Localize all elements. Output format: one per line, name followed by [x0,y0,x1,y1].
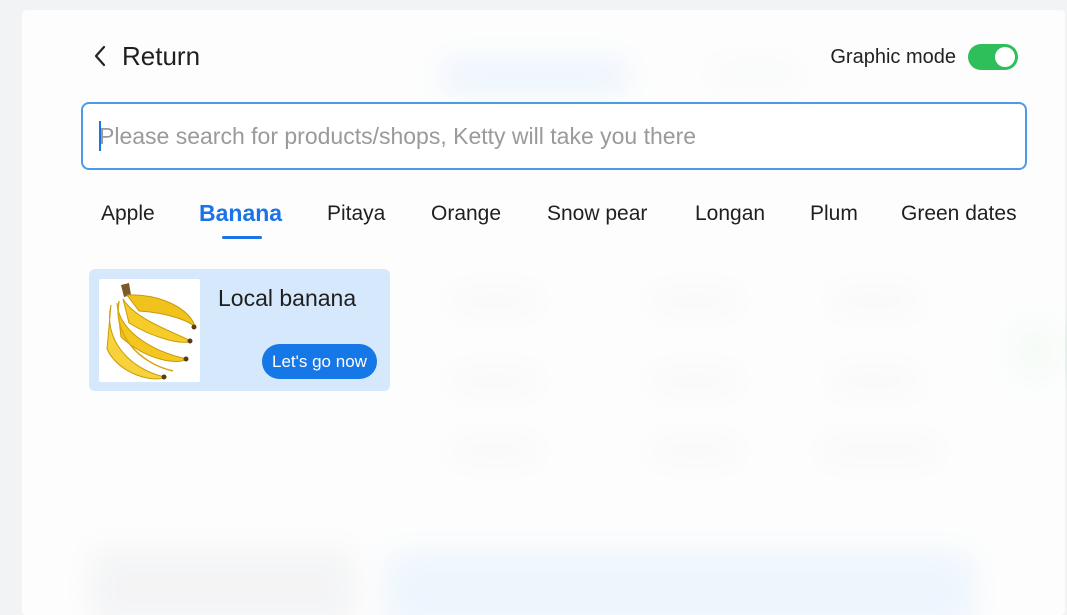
return-label: Return [122,40,201,71]
search-box [81,102,1027,170]
tab-snow-pear[interactable]: Snow pear [547,202,647,226]
graphic-mode-control: Graphic mode [830,44,1018,70]
tab-banana[interactable]: Banana [199,200,282,227]
result-card[interactable]: Local banana Let's go now [89,269,390,391]
chevron-left-icon [88,40,112,72]
banana-image [99,279,200,382]
tab-apple[interactable]: Apple [101,202,155,226]
tab-pitaya[interactable]: Pitaya [327,202,385,226]
graphic-mode-label: Graphic mode [830,45,956,68]
header-bar: Return Graphic mode [88,38,1018,78]
tab-orange[interactable]: Orange [431,202,501,226]
category-tabs: Apple Banana Pitaya Orange Snow pear Lon… [0,196,1067,246]
search-input[interactable] [99,116,1025,156]
tab-plum[interactable]: Plum [810,202,858,226]
product-title: Local banana [218,285,357,311]
active-tab-indicator [222,236,262,239]
lets-go-now-button[interactable]: Let's go now [262,344,377,379]
text-caret [99,121,101,151]
app-screen: Return Graphic mode Apple Banana Pitaya … [0,0,1067,615]
tab-green-dates[interactable]: Green dates [901,202,1017,226]
tab-longan[interactable]: Longan [695,202,765,226]
return-button[interactable]: Return [88,40,200,72]
graphic-mode-toggle[interactable] [968,44,1018,70]
toggle-knob [995,47,1015,67]
